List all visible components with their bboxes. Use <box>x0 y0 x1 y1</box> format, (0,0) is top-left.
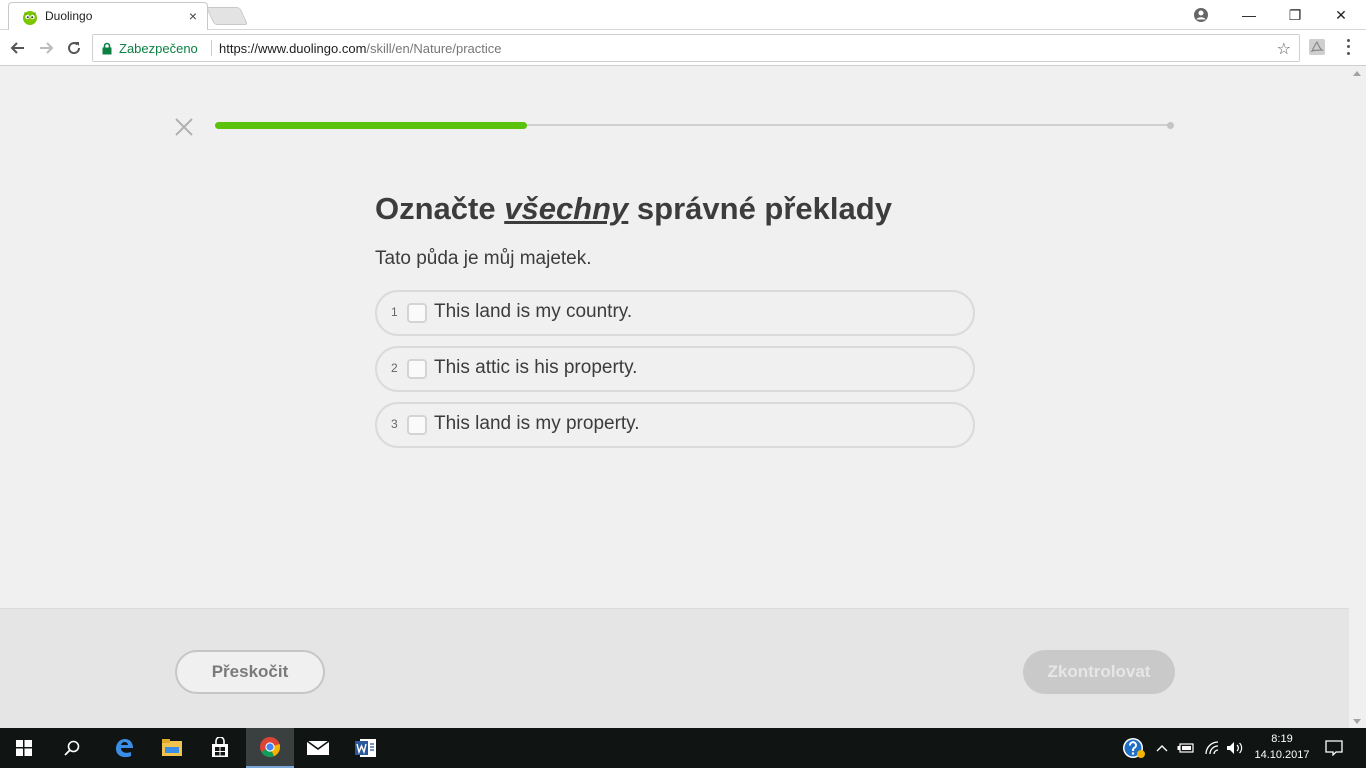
reload-icon <box>68 42 81 55</box>
close-window-button[interactable]: ✕ <box>1318 0 1364 30</box>
browser-tab-strip: Duolingo × — ❐ ✕ <box>0 0 1366 30</box>
clock-date: 14.10.2017 <box>1254 749 1310 761</box>
pdf-extension-icon[interactable] <box>1308 38 1326 56</box>
profile-icon[interactable] <box>1192 6 1210 24</box>
restore-button[interactable]: ❐ <box>1272 0 1318 30</box>
forward-button[interactable] <box>36 38 56 58</box>
url-path: /skill/en/Nature/practice <box>366 41 502 56</box>
lesson-page: Označte všechny správné překlady Tato pů… <box>0 67 1349 608</box>
option-number: 2 <box>391 361 398 375</box>
wifi-icon <box>1205 741 1219 755</box>
windows-start-icon <box>16 740 32 756</box>
heading-part-1: Označte <box>375 191 505 226</box>
volume-icon <box>1227 742 1243 754</box>
help-icon <box>1123 738 1145 758</box>
taskbar-chrome[interactable] <box>246 728 294 768</box>
windows-taskbar: 8:19 14.10.2017 <box>0 728 1366 768</box>
heading-part-2: správné překlady <box>628 191 892 226</box>
taskbar-word[interactable] <box>342 728 390 768</box>
mail-icon <box>306 740 330 755</box>
duolingo-favicon-icon <box>23 11 37 25</box>
tab-title: Duolingo <box>45 9 93 23</box>
option-text: This attic is his property. <box>434 357 638 378</box>
option-checkbox[interactable] <box>407 415 427 435</box>
scroll-up-arrow-icon[interactable] <box>1353 71 1361 76</box>
taskbar-clock[interactable]: 8:19 14.10.2017 <box>1246 731 1318 763</box>
notification-icon <box>1325 740 1343 756</box>
url-text[interactable]: https://www.duolingo.com/skill/en/Nature… <box>219 41 502 56</box>
chevron-up-icon <box>1156 745 1168 752</box>
search-icon <box>64 740 80 756</box>
answer-option-1[interactable]: 1 This land is my country. <box>375 290 975 336</box>
back-button[interactable] <box>8 38 28 58</box>
reload-button[interactable] <box>64 38 84 58</box>
check-button[interactable]: Zkontrolovat <box>1023 650 1175 694</box>
taskbar-file-explorer[interactable] <box>148 728 196 768</box>
option-checkbox[interactable] <box>407 303 427 323</box>
option-checkbox[interactable] <box>407 359 427 379</box>
scroll-down-arrow-icon[interactable] <box>1353 719 1361 724</box>
lock-icon <box>102 42 112 55</box>
file-explorer-icon <box>162 739 182 756</box>
source-sentence: Tato půda je můj majetek. <box>375 248 592 269</box>
taskbar-store[interactable] <box>196 728 244 768</box>
heading-emphasis: všechny <box>504 191 629 226</box>
forward-arrow-icon <box>40 42 54 54</box>
chrome-icon <box>260 737 281 758</box>
taskbar-edge[interactable] <box>100 728 148 768</box>
word-icon <box>355 739 376 757</box>
progress-endpoint <box>1167 122 1174 129</box>
tray-volume[interactable] <box>1225 738 1245 758</box>
option-text: This land is my country. <box>434 301 633 322</box>
battery-icon <box>1177 743 1194 753</box>
bookmark-star-icon[interactable]: ☆ <box>1277 39 1291 59</box>
option-text: This land is my property. <box>434 413 640 434</box>
tab-close-icon[interactable]: × <box>189 8 197 24</box>
option-number: 3 <box>391 417 398 431</box>
skip-button[interactable]: Přeskočit <box>175 650 325 694</box>
new-tab-button[interactable] <box>205 7 249 25</box>
tab-duolingo[interactable]: Duolingo × <box>8 2 208 30</box>
store-icon <box>212 737 228 757</box>
address-bar[interactable]: Zabezpečeno https://www.duolingo.com/ski… <box>92 34 1300 62</box>
clock-time: 8:19 <box>1271 733 1293 745</box>
tray-action-center[interactable] <box>1322 738 1346 758</box>
taskbar-mail[interactable] <box>294 728 342 768</box>
browser-menu-icon[interactable] <box>1340 37 1356 57</box>
quit-lesson-close-icon[interactable] <box>174 117 194 137</box>
tray-battery[interactable] <box>1176 738 1196 758</box>
tray-help[interactable] <box>1121 738 1147 758</box>
taskbar-search-button[interactable] <box>48 728 96 768</box>
lesson-footer: Přeskočit Zkontrolovat <box>0 608 1349 728</box>
browser-toolbar: Zabezpečeno https://www.duolingo.com/ski… <box>0 30 1366 66</box>
minimize-button[interactable]: — <box>1226 0 1272 30</box>
windows-start-button[interactable] <box>0 728 48 768</box>
address-separator <box>211 40 212 56</box>
progress-bar-fill <box>215 122 527 129</box>
back-arrow-icon <box>10 42 24 54</box>
secure-label: Zabezpečeno <box>119 41 198 56</box>
edge-icon <box>116 739 133 758</box>
option-number: 1 <box>391 305 398 319</box>
answer-option-3[interactable]: 3 This land is my property. <box>375 402 975 448</box>
url-host: https://www.duolingo.com <box>219 41 367 56</box>
answer-option-2[interactable]: 2 This attic is his property. <box>375 346 975 392</box>
tray-wifi[interactable] <box>1202 738 1222 758</box>
challenge-heading: Označte všechny správné překlady <box>375 191 892 227</box>
tray-show-hidden[interactable] <box>1154 738 1170 758</box>
page-scrollbar[interactable] <box>1349 67 1366 728</box>
